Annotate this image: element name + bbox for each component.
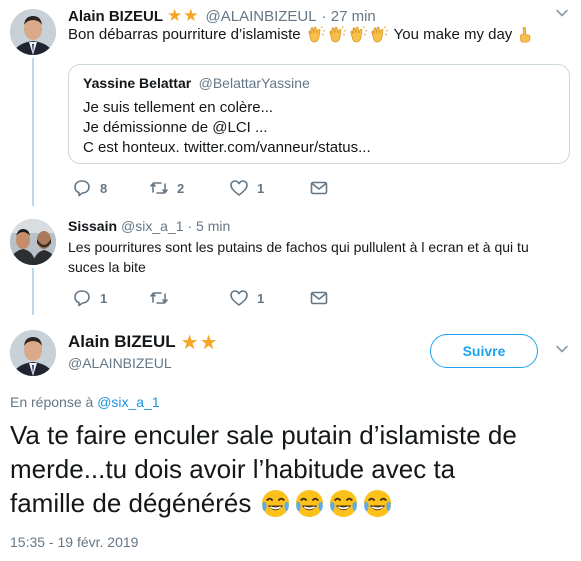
tweet-text-part: You make my day [393, 26, 513, 43]
quoted-tweet-text: Je suis tellement en colère... Je démiss… [83, 98, 371, 158]
heart-icon [229, 288, 249, 308]
heart-icon [229, 178, 249, 198]
chevron-down-icon[interactable] [555, 342, 569, 361]
clap-emoji-group [306, 25, 389, 45]
clapping-hands-icon [327, 25, 347, 45]
reply-count: 8 [100, 180, 108, 196]
author-handle[interactable]: @ALAINBIZEUL [68, 355, 172, 371]
clapping-hands-icon [306, 25, 326, 45]
reply-count: 1 [100, 290, 108, 306]
tweet-text: Bon débarras pourriture d’islamiste You … [68, 25, 534, 45]
tweet-time[interactable]: · 5 min [188, 218, 231, 234]
quoted-author-handle: @BelattarYassine [198, 75, 310, 91]
follow-button[interactable]: Suivre [430, 334, 538, 368]
avatar[interactable] [10, 9, 56, 55]
main-tweet-line: merde...tu dois avoir l’habitude avec ta [10, 454, 456, 484]
avatar-image [10, 9, 56, 55]
reply-context: En réponse à @six_a_1 [10, 394, 160, 410]
envelope-icon [309, 178, 329, 198]
thread-line [32, 58, 34, 206]
avatar-image [10, 330, 56, 376]
quoted-tweet-card[interactable]: Yassine Belattar @BelattarYassine Je sui… [68, 64, 570, 164]
avatar-image [10, 219, 56, 265]
author-handle[interactable]: @ALAINBIZEUL [206, 8, 317, 25]
reply-button[interactable]: 1 [72, 288, 107, 308]
reply-icon [72, 178, 92, 198]
retweet-icon [149, 178, 169, 198]
quoted-author-name: Yassine Belattar [83, 75, 192, 91]
quoted-tweet-header: Yassine Belattar @BelattarYassine [83, 75, 310, 93]
face-with-tears-of-joy-icon [328, 488, 359, 519]
tweet-timestamp[interactable]: 15:35 - 19 févr. 2019 [10, 534, 138, 550]
main-tweet-line: famille de dégénérés [10, 488, 252, 518]
like-count: 1 [257, 290, 265, 306]
like-button[interactable]: 1 [229, 178, 264, 198]
face-with-tears-of-joy-icon [260, 488, 291, 519]
main-tweet-line-with-emoji: famille de dégénérés [10, 486, 517, 520]
author-name[interactable]: Alain BIZEUL [68, 332, 176, 352]
tweet-text: Les pourritures sont les putains de fach… [68, 237, 529, 277]
retweet-count: 2 [177, 180, 185, 196]
joy-emoji-group [260, 488, 393, 519]
retweet-button[interactable] [149, 288, 177, 308]
avatar[interactable] [10, 330, 56, 376]
face-with-tears-of-joy-icon [362, 488, 393, 519]
tweet-header: Alain BIZEUL ★★ @ALAINBIZEUL · 27 min [68, 6, 376, 26]
like-button[interactable]: 1 [229, 288, 264, 308]
like-count: 1 [257, 180, 265, 196]
star-icon: ★★ [167, 6, 200, 25]
avatar[interactable] [10, 219, 56, 265]
main-author-row: Alain BIZEUL ★★ [68, 331, 219, 354]
author-name[interactable]: Alain BIZEUL [68, 8, 163, 25]
author-handle[interactable]: @six_a_1 [121, 218, 183, 234]
quoted-line: C est honteux. twitter.com/vanneur/statu… [83, 139, 371, 156]
quoted-line: Je démissionne de @LCI ... [83, 119, 268, 136]
author-name[interactable]: Sissain [68, 218, 117, 234]
thread-line [32, 268, 34, 315]
clapping-hands-icon [348, 25, 368, 45]
direct-message-button[interactable] [309, 178, 329, 198]
chevron-down-icon[interactable] [555, 6, 569, 25]
direct-message-button[interactable] [309, 288, 329, 308]
tweet-text-part: Bon débarras pourriture d’islamiste [68, 26, 301, 43]
reply-button[interactable]: 8 [72, 178, 107, 198]
reply-to-handle-link[interactable]: @six_a_1 [97, 394, 159, 410]
star-icon: ★★ [180, 331, 219, 354]
reply-icon [72, 288, 92, 308]
face-with-tears-of-joy-icon [294, 488, 325, 519]
retweet-button[interactable]: 2 [149, 178, 184, 198]
tweet-line: suces la bite [68, 259, 146, 275]
clapping-hands-icon [369, 25, 389, 45]
quoted-line: Je suis tellement en colère... [83, 99, 274, 116]
retweet-icon [149, 288, 169, 308]
tweet-line: Les pourritures sont les putains de fach… [68, 239, 529, 255]
main-tweet-text: Va te faire enculer sale putain d’islami… [10, 418, 517, 520]
pointing-up-hand-icon [516, 26, 534, 44]
reply-prefix: En réponse à [10, 394, 94, 410]
envelope-icon [309, 288, 329, 308]
main-tweet-line: Va te faire enculer sale putain d’islami… [10, 420, 517, 450]
tweet-header: Sissain @six_a_1 · 5 min [68, 216, 230, 236]
tweet-time[interactable]: · 27 min [322, 8, 376, 25]
